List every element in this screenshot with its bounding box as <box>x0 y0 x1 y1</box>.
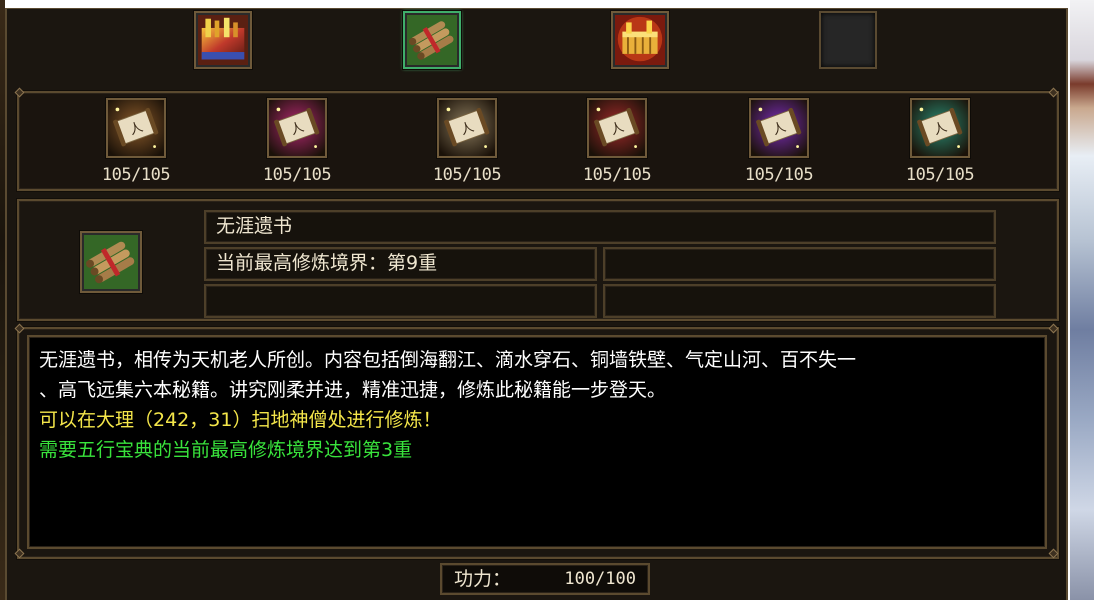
info-field-left-2 <box>204 284 597 318</box>
skill-scroll-slot[interactable]: 人 <box>910 98 970 158</box>
info-field-right-2 <box>603 284 996 318</box>
power-value: 100/100 <box>564 569 636 589</box>
realm-field: 当前最高修炼境界：第9重 <box>204 247 597 281</box>
scroll-progress-count: 105/105 <box>101 165 171 185</box>
tan-skill-scroll-icon: 人 <box>444 107 490 148</box>
description-line-2: 、高飞远集六本秘籍。讲究刚柔并进，精准迅捷，修炼此秘籍能一步登天。 <box>39 379 667 401</box>
skill-scroll-slot[interactable]: 人 <box>106 98 166 158</box>
slot-gold-chest[interactable] <box>611 11 669 69</box>
bamboo-scroll-bundle-icon <box>84 235 138 289</box>
power-label: 功力： <box>454 568 512 590</box>
slot-golden-book[interactable] <box>194 11 252 69</box>
skill-scroll-slot[interactable]: 人 <box>749 98 809 158</box>
magenta-skill-scroll-icon: 人 <box>274 107 320 148</box>
skill-scroll-slot[interactable]: 人 <box>267 98 327 158</box>
scroll-progress-count: 105/105 <box>744 165 814 185</box>
slot-empty[interactable] <box>819 11 877 69</box>
description-text: 无涯遗书，相传为天机老人所创。内容包括倒海翻江、滴水穿石、铜墙铁壁、气定山河、百… <box>39 345 1039 465</box>
skill-scroll-slot[interactable]: 人 <box>587 98 647 158</box>
bamboo-scroll-bundle-icon <box>407 15 457 65</box>
requirement-text: 需要五行宝典的当前最高修炼境界达到第3重 <box>39 439 413 461</box>
cultivation-book-panel: 人 105/105 人 105/105 人 105/105 人 105/105 人 105/105… <box>5 8 1068 600</box>
selected-book-slot <box>80 231 142 293</box>
purple-skill-scroll-icon: 人 <box>756 107 802 148</box>
red-skill-scroll-icon: 人 <box>594 107 640 148</box>
brown-skill-scroll-icon: 人 <box>113 107 159 148</box>
teal-skill-scroll-icon: 人 <box>917 107 963 148</box>
description-box: 无涯遗书，相传为天机老人所创。内容包括倒海翻江、滴水穿石、铜墙铁壁、气定山河、百… <box>27 335 1047 549</box>
scroll-progress-count: 105/105 <box>905 165 975 185</box>
info-field-right-1 <box>603 247 996 281</box>
scroll-progress-count: 105/105 <box>432 165 502 185</box>
background-scene-right <box>1070 0 1094 600</box>
scroll-progress-count: 105/105 <box>582 165 652 185</box>
description-line-1: 无涯遗书，相传为天机老人所创。内容包括倒海翻江、滴水穿石、铜墙铁壁、气定山河、百… <box>39 349 857 371</box>
power-display: 功力： 100/100 <box>440 563 650 595</box>
book-name-field: 无涯遗书 <box>204 210 996 244</box>
game-screen: 人 105/105 人 105/105 人 105/105 人 105/105 人 105/105… <box>0 0 1094 600</box>
skill-scroll-slot[interactable]: 人 <box>437 98 497 158</box>
gold-treasure-chest-icon <box>615 15 665 65</box>
training-location-text: 可以在大理（242，31）扫地神僧处进行修炼！ <box>39 409 442 431</box>
scroll-progress-count: 105/105 <box>262 165 332 185</box>
golden-book-icon <box>198 15 248 65</box>
slot-bamboo-scrolls[interactable] <box>403 11 461 69</box>
